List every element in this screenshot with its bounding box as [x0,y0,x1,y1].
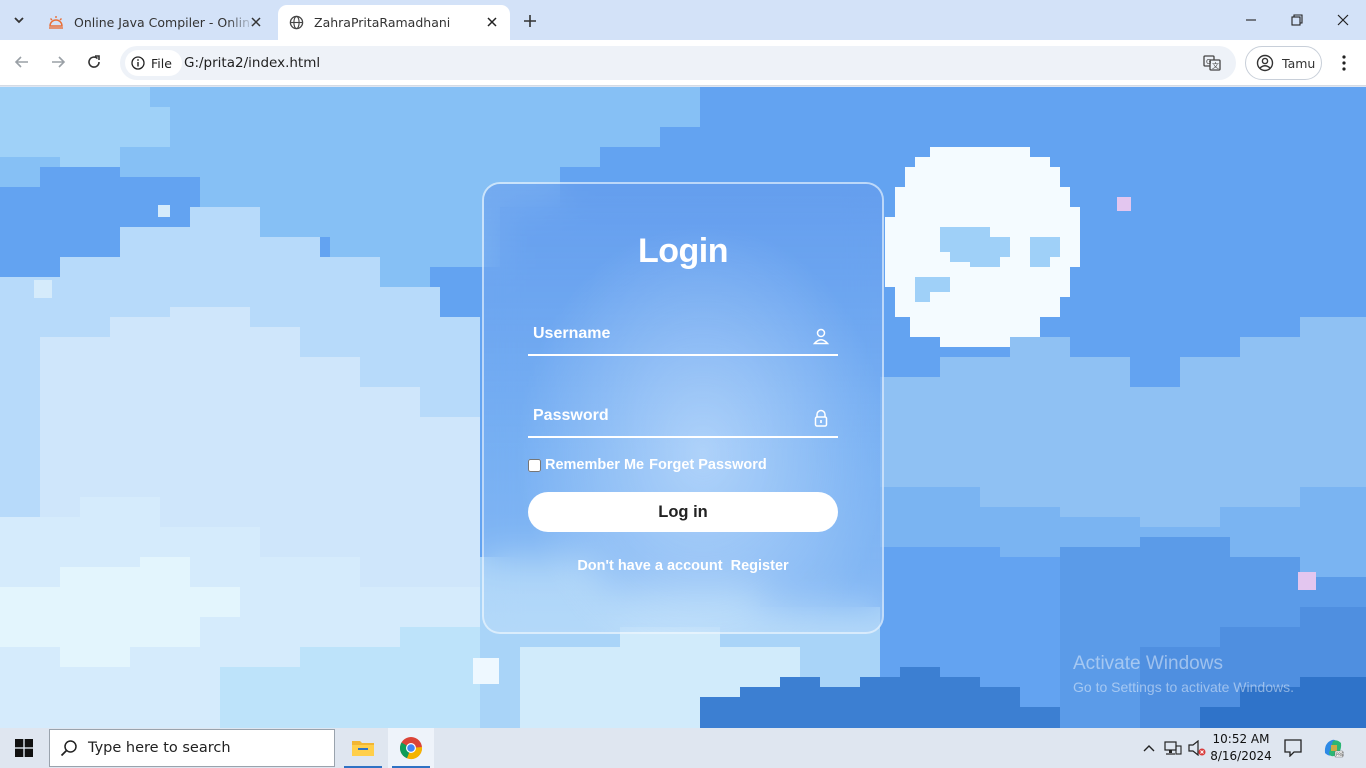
remember-me-checkbox[interactable] [528,458,541,472]
globe-icon [288,15,304,31]
close-icon[interactable] [484,14,500,30]
svg-text:文: 文 [1212,61,1219,70]
notifications-button[interactable] [1280,728,1306,768]
chrome-taskbar-button[interactable] [388,728,434,768]
browser-toolbar: File G:/prita2/index.html G文 Tamu [0,40,1366,86]
restore-icon [1291,14,1303,26]
account-circle-icon [1256,54,1274,72]
chevron-up-icon [1143,745,1155,752]
profile-button[interactable]: Tamu [1245,46,1322,80]
copilot-icon: PRE [1324,739,1344,758]
close-window-button[interactable] [1320,0,1366,40]
arrow-left-icon [14,56,28,68]
sun-logo-icon [48,15,64,31]
windows-logo-icon [15,739,33,757]
translate-icon[interactable]: G文 [1202,53,1222,73]
page-viewport: Login Remember Me Forget Password Log in… [0,87,1366,728]
password-input[interactable] [528,396,798,436]
taskbar-clock[interactable]: 10:52 AM 8/16/2024 [1206,731,1276,765]
start-button[interactable] [0,728,48,768]
site-info-chip[interactable]: File [125,50,182,76]
svg-text:G: G [1206,58,1211,66]
folder-icon [352,741,374,756]
register-prompt: Don't have a account Register [484,558,882,574]
watermark-title: Activate Windows [1073,653,1223,674]
plus-icon [524,15,536,27]
tab-search-button[interactable] [6,7,32,33]
reload-button[interactable] [80,48,108,76]
clock-date: 8/16/2024 [1210,749,1272,763]
svg-text:PRE: PRE [1336,752,1344,757]
chevron-down-icon [14,17,24,24]
reload-icon [88,55,100,68]
arrow-right-icon [52,56,66,68]
address-bar[interactable]: File G:/prita2/index.html G文 [120,46,1236,80]
close-icon[interactable] [248,14,264,30]
network-icon [1164,741,1182,755]
password-field [528,396,838,438]
remember-me-label[interactable]: Remember Me [545,457,644,473]
search-icon [60,740,77,757]
remember-row: Remember Me Forget Password [528,457,767,473]
tab-title: Online Java Compiler - Online J [74,15,254,30]
speaker-muted-icon [1188,740,1206,756]
username-input[interactable] [528,314,798,354]
username-field [528,314,838,356]
minimize-button[interactable] [1228,0,1274,40]
forward-button[interactable] [44,48,72,76]
search-placeholder: Type here to search [88,740,231,756]
file-explorer-taskbar-button[interactable] [340,728,386,768]
forget-password-link[interactable]: Forget Password [649,457,767,473]
tab-title: ZahraPritaRamadhani [314,15,451,30]
chat-bubble-icon [1284,739,1302,757]
volume-button[interactable] [1186,728,1208,768]
user-icon [812,328,830,345]
tab-strip: Online Java Compiler - Online J ZahraPri… [0,0,1366,40]
url-text[interactable]: G:/prita2/index.html [184,55,320,71]
more-vertical-icon [1342,55,1346,71]
login-card: Login Remember Me Forget Password Log in… [482,182,884,634]
info-icon [131,56,145,70]
chip-label: File [151,55,172,71]
lock-icon [814,409,828,427]
login-button[interactable]: Log in [528,492,838,532]
clock-time: 10:52 AM [1212,732,1270,746]
register-prompt-text: Don't have a account [577,558,723,574]
network-button[interactable] [1162,728,1184,768]
close-icon [1337,14,1349,26]
restore-button[interactable] [1274,0,1320,40]
watermark-subtitle: Go to Settings to activate Windows. [1073,679,1294,695]
register-link[interactable]: Register [731,558,789,574]
taskbar-search-box[interactable]: Type here to search [49,729,335,767]
tab-zahrapritaramadhani[interactable]: ZahraPritaRamadhani [278,5,510,40]
new-tab-button[interactable] [518,9,542,33]
chrome-icon [399,737,423,760]
tab-online-java-compiler[interactable]: Online Java Compiler - Online J [38,5,274,40]
show-hidden-icons-button[interactable] [1138,728,1160,768]
browser-menu-button[interactable] [1334,50,1354,76]
login-title: Login [637,232,729,270]
profile-label: Tamu [1282,55,1316,71]
minimize-icon [1246,19,1256,21]
copilot-button[interactable]: PRE [1318,728,1348,768]
back-button[interactable] [8,48,36,76]
windows-taskbar: Type here to search 10:52 AM 8/16/2024 P… [0,728,1366,768]
activate-windows-watermark: Activate Windows Go to Settings to activ… [1073,653,1294,695]
